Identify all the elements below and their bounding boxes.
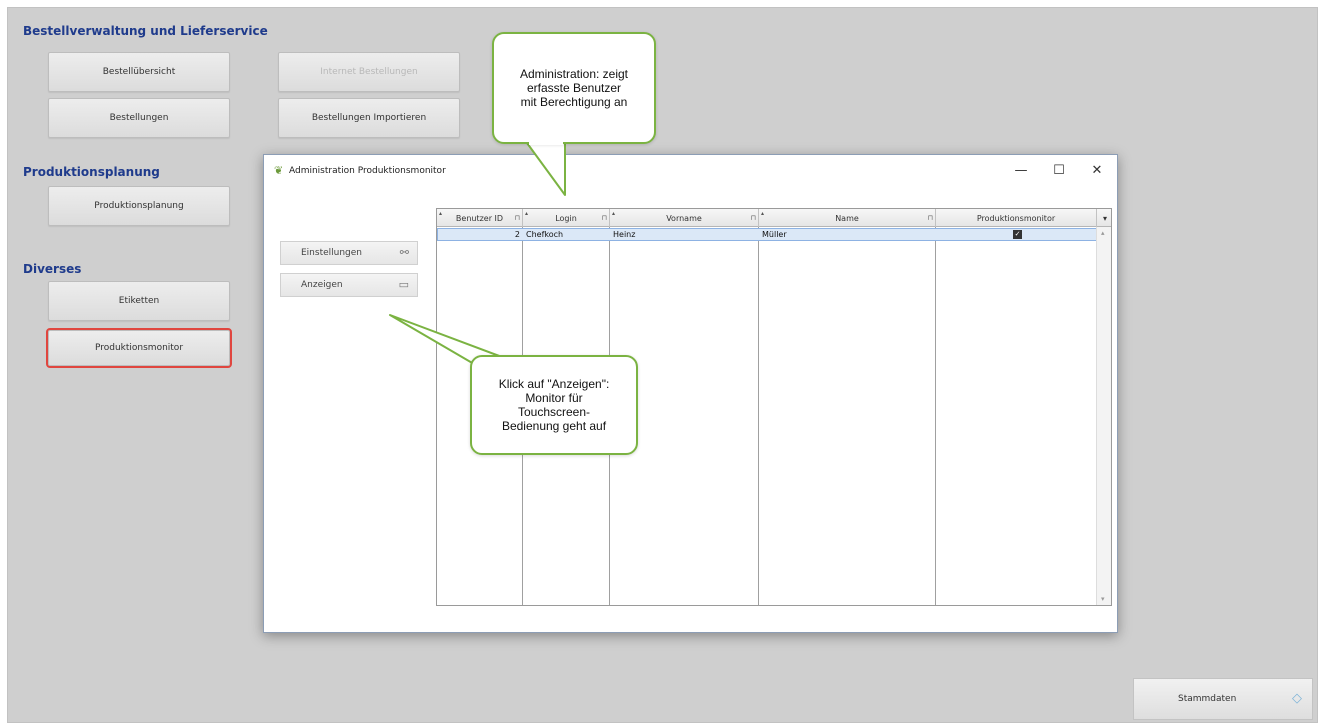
callout-administration-text: Administration: zeigt erfasste Benutzer … <box>519 67 629 109</box>
callout-tails <box>389 142 566 379</box>
callout-administration: Administration: zeigt erfasste Benutzer … <box>492 32 656 144</box>
tail-join-cover <box>496 357 510 379</box>
callout-anzeigen-text: Klick auf "Anzeigen": Monitor für Touchs… <box>498 377 610 433</box>
callout-tail-administration <box>526 142 566 196</box>
tail-join-cover <box>529 141 563 145</box>
